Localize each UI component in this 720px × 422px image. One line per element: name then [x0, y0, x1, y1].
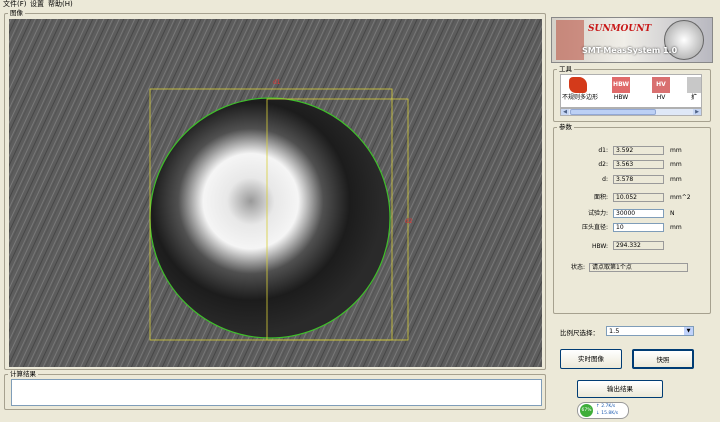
tools-strip: 不规则多边形 HBW HBW HV HV 扩	[560, 74, 702, 108]
force-label: 试验力:	[587, 210, 608, 217]
area-unit: mm^2	[670, 194, 691, 201]
menu-file[interactable]: 文件(F)	[3, 0, 27, 9]
ball-label: 压头直径:	[581, 224, 608, 231]
hv-icon: HV	[652, 77, 670, 93]
force-unit: N	[670, 210, 675, 217]
scale-select[interactable]: 1.5 ▼	[606, 326, 694, 336]
logo-person-icon	[556, 20, 584, 60]
tools-group-title: 工具	[559, 65, 572, 73]
d-label: d:	[602, 176, 608, 183]
hbw-label: HBW:	[591, 243, 608, 250]
logo-brand-text: SUNMOUNT	[588, 24, 652, 34]
hbw-field: 294.332	[613, 241, 664, 250]
force-input[interactable]: 30000	[613, 209, 664, 218]
menu-help[interactable]: 帮助(H)	[48, 0, 73, 9]
scroll-left-icon[interactable]: ◀	[561, 109, 569, 115]
menu-settings[interactable]: 设置	[30, 0, 44, 9]
scroll-thumb[interactable]	[570, 109, 656, 115]
ball-unit: mm	[670, 224, 682, 231]
d-unit: mm	[670, 176, 682, 183]
network-upload-text: ↑ 2.7K/s	[596, 404, 616, 409]
result-group-title: 计算结果	[10, 370, 36, 378]
result-textbox[interactable]	[11, 379, 542, 406]
d2-unit: mm	[670, 161, 682, 168]
scale-select-value: 1.5	[609, 327, 620, 335]
d2-field: 3.563	[613, 160, 664, 169]
export-results-button[interactable]: 输出结果	[577, 380, 663, 398]
scale-label: 比例尺选择：	[560, 329, 599, 337]
d2-label: d2:	[598, 161, 608, 168]
upload-arrow-icon: ↑	[596, 404, 600, 409]
tool-hbw[interactable]: HBW HBW	[605, 77, 637, 107]
network-monitor: 67% ↑ 2.7K/s ↓ 15.8K/s	[577, 402, 629, 419]
hbw-icon: HBW	[612, 77, 630, 93]
params-group-title: 参数	[559, 123, 572, 131]
more-tool-icon	[687, 77, 701, 93]
tool-hv[interactable]: HV HV	[645, 77, 677, 107]
network-download-text: ↓ 15.8K/s	[596, 411, 619, 416]
chevron-down-icon[interactable]: ▼	[684, 327, 693, 335]
live-view-button[interactable]: 实时图像	[560, 349, 622, 369]
download-arrow-icon: ↓	[596, 411, 600, 416]
tools-scrollbar[interactable]: ◀ ▶	[560, 108, 702, 116]
d1-field: 3.592	[613, 146, 664, 155]
d1-label: d1:	[598, 147, 608, 154]
indentation-image: d1 d2	[9, 19, 542, 367]
d-field: 3.578	[613, 175, 664, 184]
status-field: 请点取第1个点	[589, 263, 688, 272]
microscope-image[interactable]: d1 d2	[9, 19, 542, 367]
d1-unit: mm	[670, 147, 682, 154]
ball-input[interactable]: 10	[613, 223, 664, 232]
area-label: 面积:	[593, 194, 608, 201]
tool-polygon[interactable]: 不规则多边形	[562, 77, 598, 107]
status-label: 状态:	[570, 264, 585, 271]
snapshot-button[interactable]: 快照	[632, 349, 694, 369]
scroll-right-icon[interactable]: ▶	[693, 109, 701, 115]
menu-bar: 文件(F) 设置 帮助(H)	[0, 0, 720, 10]
image-group-title: 图像	[10, 9, 23, 17]
d1-marker: d1	[273, 79, 281, 86]
polygon-icon	[569, 77, 587, 93]
d2-marker: d2	[405, 218, 413, 225]
network-gauge-icon: 67%	[580, 404, 593, 417]
brand-logo: SUNMOUNT SMT-MeasSystem 1.0	[551, 17, 713, 63]
logo-product-text: SMT-MeasSystem 1.0	[582, 46, 678, 55]
area-field: 10.052	[613, 193, 664, 202]
tool-more[interactable]: 扩	[685, 77, 703, 107]
